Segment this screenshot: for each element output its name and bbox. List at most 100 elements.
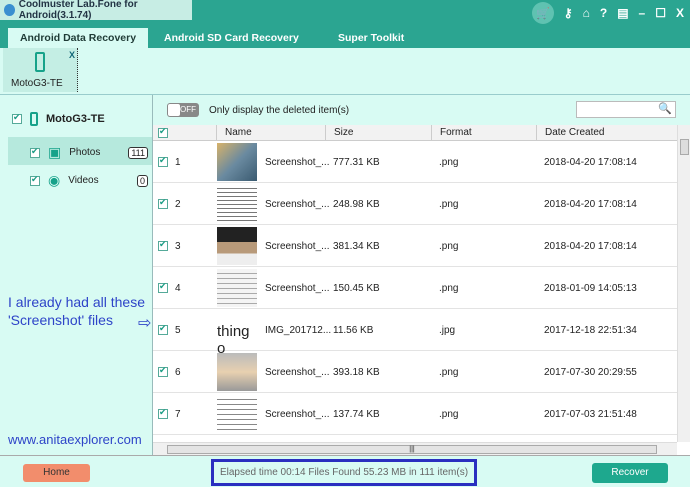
row-number: 1 [175,157,181,168]
file-size: 150.45 KB [333,283,380,294]
videos-checkbox[interactable] [30,174,40,186]
close-icon[interactable]: X [676,6,684,20]
videos-icon: ◉ [48,172,61,188]
tab-android-sd-card-recovery[interactable]: Android SD Card Recovery [164,28,299,48]
title-bar: Coolmuster Lab.Fone for Android(3.1.74) … [0,0,690,28]
table-row[interactable]: 3 Screenshot_... 381.34 KB .png 2018-04-… [153,225,677,267]
file-name: Screenshot_... [265,157,330,168]
row-checkbox[interactable] [158,323,168,335]
column-size[interactable]: Size [325,125,431,141]
watermark: www.anitaexplorer.com [8,432,142,447]
arrow-icon: ⇨ [138,315,152,332]
table-row[interactable]: 1 Screenshot_... 777.31 KB .png 2018-04-… [153,141,677,183]
thumbnail [217,395,257,433]
sidebar-device[interactable]: MotoG3-TE [12,112,105,126]
videos-count: 0 [136,174,148,187]
row-checkbox[interactable] [158,155,168,167]
row-number: 2 [175,199,181,210]
tab-android-data-recovery[interactable]: Android Data Recovery [8,28,148,48]
file-size: 393.18 KB [333,367,380,378]
scroll-thumb[interactable] [680,139,689,155]
row-checkbox[interactable] [158,239,168,251]
row-checkbox[interactable] [158,197,168,209]
file-size: 381.34 KB [333,241,380,252]
sidebar-item-photos[interactable]: ▣ Photos 111 [30,144,148,161]
file-name: Screenshot_... [265,283,330,294]
file-format: .png [439,409,459,420]
device-tab-name: MotoG3-TE [11,78,63,89]
column-format[interactable]: Format [431,125,536,141]
table-row[interactable]: 5 thing o IMG_201712... 11.56 KB .jpg 20… [153,309,677,357]
tab-super-toolkit[interactable]: Super Toolkit [338,28,404,48]
row-number: 7 [175,409,181,420]
file-date: 2017-07-03 21:51:48 [544,409,637,420]
thumbnail [217,185,257,223]
file-size: 11.56 KB [333,325,374,336]
file-size: 248.98 KB [333,199,380,210]
device-tab[interactable]: X MotoG3-TE [3,48,78,92]
file-size: 137.74 KB [333,409,380,420]
table-row[interactable]: 4 Screenshot_... 150.45 KB .png 2018-01-… [153,267,677,309]
filter-bar: OFF Only display the deleted item(s) 🔍 [153,95,690,125]
file-date: 2018-01-09 14:05:13 [544,283,637,294]
table-row[interactable]: 2 Screenshot_... 248.98 KB .png 2018-04-… [153,183,677,225]
sidebar: MotoG3-TE ▣ Photos 111 ◉ Videos 0 [0,95,153,455]
sidebar-device-name: MotoG3-TE [46,113,105,125]
register-icon[interactable]: ▤ [617,6,628,20]
recover-button[interactable]: Recover [592,463,668,483]
deleted-only-toggle[interactable]: OFF [167,103,199,117]
file-date: 2018-04-20 17:08:14 [544,199,637,210]
row-number: 3 [175,241,181,252]
row-checkbox[interactable] [158,365,168,377]
file-name: Screenshot_... [265,409,330,420]
thumbnail [217,143,257,181]
vertical-scrollbar[interactable] [677,125,690,442]
thumbnail: thing o [217,311,257,357]
file-format: .png [439,241,459,252]
help-icon[interactable]: ? [600,6,607,20]
annotation-text: I already had all these 'Screenshot' fil… [8,294,145,328]
close-device-icon[interactable]: X [69,50,75,60]
row-checkbox[interactable] [158,281,168,293]
cart-icon[interactable]: 🛒 [531,2,554,24]
home-icon[interactable]: ⌂ [583,6,590,20]
device-checkbox[interactable] [12,112,22,124]
file-panel: OFF Only display the deleted item(s) 🔍 N… [153,95,690,455]
select-all-checkbox[interactable] [158,126,168,138]
maximize-icon[interactable]: ☐ [655,6,666,20]
toggle-label: Only display the deleted item(s) [209,104,350,116]
column-date-created[interactable]: Date Created [536,125,677,141]
file-date: 2017-12-18 22:51:34 [544,325,637,336]
minimize-icon[interactable]: – [639,6,646,20]
search-input[interactable]: 🔍 [576,101,676,118]
sidebar-item-label: Videos [68,175,99,186]
file-format: .png [439,367,459,378]
photos-checkbox[interactable] [30,146,40,158]
horizontal-scrollbar[interactable]: ||| [153,442,677,455]
row-checkbox[interactable] [158,407,168,419]
key-icon[interactable]: ⚷ [564,6,573,20]
thumbnail [217,353,257,391]
home-button[interactable]: Home [23,464,90,482]
file-list: 1 Screenshot_... 777.31 KB .png 2018-04-… [153,141,677,441]
column-name[interactable]: Name [216,125,325,141]
table-row[interactable]: 6 Screenshot_... 393.18 KB .png 2017-07-… [153,351,677,393]
table-row[interactable]: 7 Screenshot_... 137.74 KB .png 2017-07-… [153,393,677,435]
phone-icon [35,52,45,72]
sidebar-item-videos[interactable]: ◉ Videos 0 [30,172,148,189]
file-format: .png [439,283,459,294]
row-number: 5 [175,325,181,336]
search-icon[interactable]: 🔍 [658,103,672,115]
file-name: Screenshot_... [265,367,330,378]
table-header: Name Size Format Date Created [153,125,677,141]
file-format: .jpg [439,325,456,336]
file-format: .png [439,199,459,210]
file-name: Screenshot_... [265,241,330,252]
row-number: 6 [175,367,181,378]
device-strip: X MotoG3-TE [0,48,690,95]
file-size: 777.31 KB [333,157,380,168]
main-tabs: Android Data Recovery Android SD Card Re… [0,28,690,48]
scroll-thumb[interactable]: ||| [167,445,657,454]
row-number: 4 [175,283,181,294]
file-date: 2018-04-20 17:08:14 [544,157,637,168]
